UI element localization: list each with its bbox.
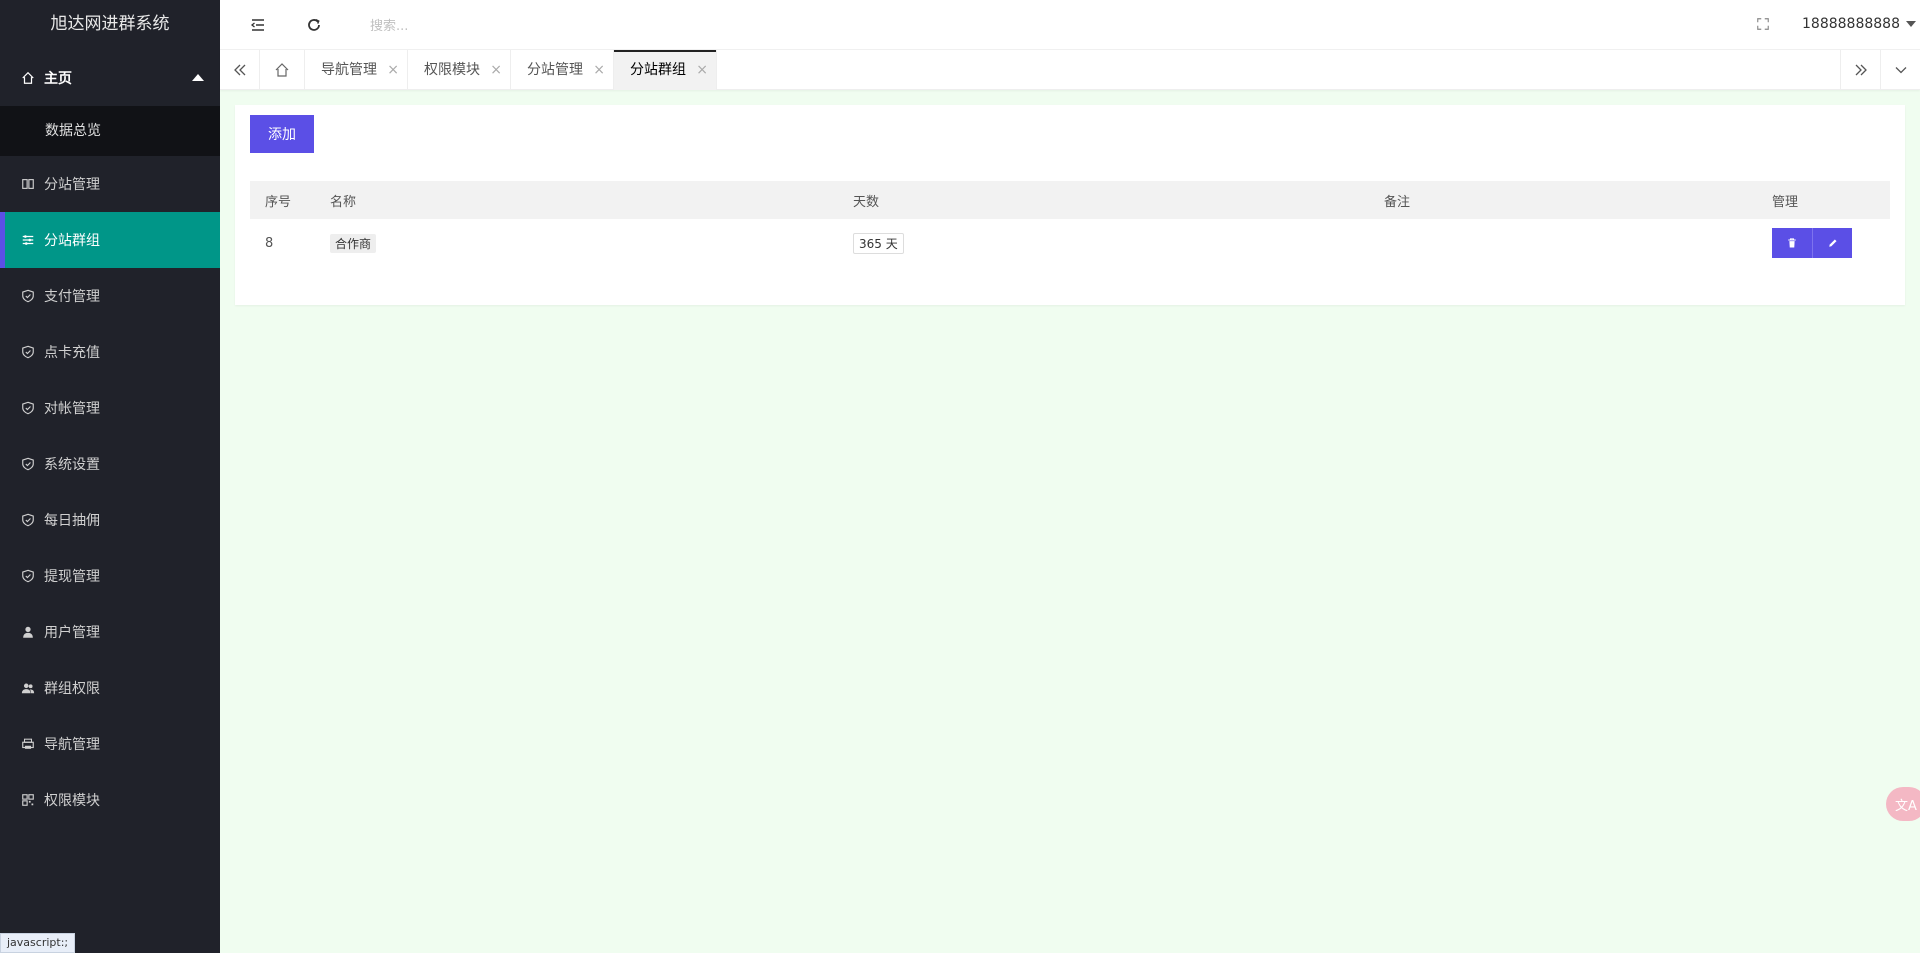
sidebar-item-label: 主页 <box>44 71 72 87</box>
edit-button[interactable] <box>1812 228 1852 258</box>
status-bar-link: javascript:; <box>0 933 76 953</box>
column-header: 天数 <box>853 194 880 210</box>
user-menu[interactable]: 18888888888 <box>1802 16 1916 32</box>
name-tag: 合作商 <box>330 233 377 253</box>
tab-label: 分站管理 <box>527 62 583 78</box>
sidebar-item-label: 导航管理 <box>44 737 100 753</box>
tab-scroll-left-icon[interactable] <box>220 50 260 90</box>
columns-icon <box>20 176 36 192</box>
table-header-row: 序号 名称 天数 备注 管理 <box>250 181 1890 219</box>
sidebar-item-withdrawal[interactable]: 提现管理 <box>0 548 220 604</box>
table-row: 8 合作商 365 天 <box>250 219 1890 267</box>
chevron-down-icon[interactable] <box>1880 50 1920 90</box>
sidebar-item-payment[interactable]: 支付管理 <box>0 268 220 324</box>
sidebar-item-branch-manage[interactable]: 分站管理 <box>0 156 220 212</box>
refresh-icon[interactable] <box>304 15 324 35</box>
users-icon <box>20 680 36 696</box>
sidebar-item-reconciliation[interactable]: 对帐管理 <box>0 380 220 436</box>
sidebar-item-label: 权限模块 <box>44 793 100 809</box>
tab-branch-group[interactable]: 分站群组 × <box>614 50 717 90</box>
home-icon <box>20 70 36 86</box>
sidebar-item-card-recharge[interactable]: 点卡充值 <box>0 324 220 380</box>
sidebar-item-label: 分站管理 <box>44 177 100 193</box>
sidebar-item-group-permission[interactable]: 群组权限 <box>0 660 220 716</box>
translate-icon[interactable]: 文A <box>1886 787 1920 821</box>
shield-icon <box>20 288 36 304</box>
column-header: 管理 <box>1772 194 1799 210</box>
row-actions <box>1772 228 1852 258</box>
cell-id: 8 <box>265 235 274 251</box>
shield-icon <box>20 512 36 528</box>
column-header: 序号 <box>265 194 292 210</box>
tab-nav-manage[interactable]: 导航管理 × <box>305 50 408 90</box>
close-icon[interactable]: × <box>593 50 605 90</box>
search-input[interactable] <box>370 12 630 40</box>
cell-remark <box>1369 219 1757 267</box>
sidebar-item-label: 点卡充值 <box>44 345 100 361</box>
app-title: 旭达网进群系统 <box>0 0 220 50</box>
data-table: 序号 名称 天数 备注 管理 8 合作商 365 天 <box>250 181 1890 267</box>
printer-icon <box>20 736 36 752</box>
shield-icon <box>20 456 36 472</box>
pencil-icon <box>1828 239 1837 247</box>
tab-bar: 导航管理 × 权限模块 × 分站管理 × 分站群组 × <box>220 50 1920 90</box>
close-icon[interactable]: × <box>490 50 502 90</box>
top-header: 18888888888 <box>220 0 1920 50</box>
sliders-icon <box>20 232 36 248</box>
sidebar-item-permission-module[interactable]: 权限模块 <box>0 772 220 828</box>
tab-home-icon[interactable] <box>260 50 305 90</box>
sidebar-item-daily-commission[interactable]: 每日抽佣 <box>0 492 220 548</box>
shield-icon <box>20 400 36 416</box>
sidebar-item-system-settings[interactable]: 系统设置 <box>0 436 220 492</box>
sidebar-item-nav-manage[interactable]: 导航管理 <box>0 716 220 772</box>
sidebar-item-label: 支付管理 <box>44 289 100 305</box>
sidebar-item-label: 群组权限 <box>44 681 100 697</box>
add-button[interactable]: 添加 <box>250 115 314 153</box>
close-icon[interactable]: × <box>696 50 708 90</box>
shield-icon <box>20 344 36 360</box>
shield-icon <box>20 568 36 584</box>
tab-label: 分站群组 <box>630 62 686 78</box>
sidebar-item-label: 分站群组 <box>44 233 100 249</box>
sidebar-item-label: 提现管理 <box>44 569 100 585</box>
sidebar-item-user-manage[interactable]: 用户管理 <box>0 604 220 660</box>
sidebar-item-label: 系统设置 <box>44 457 100 473</box>
username: 18888888888 <box>1802 16 1900 32</box>
delete-button[interactable] <box>1772 228 1812 258</box>
sidebar-item-label: 每日抽佣 <box>44 513 100 529</box>
content-card: 添加 序号 名称 天数 备注 管理 8 合作商 365 天 <box>235 105 1905 305</box>
caret-down-icon <box>1906 21 1916 27</box>
sidebar-subitem-overview[interactable]: 数据总览 <box>0 106 220 156</box>
sidebar-item-label: 用户管理 <box>44 625 100 641</box>
column-header: 名称 <box>330 194 357 210</box>
sidebar-item-branch-group[interactable]: 分站群组 <box>0 212 220 268</box>
close-icon[interactable]: × <box>387 50 399 90</box>
tab-scroll-right-icon[interactable] <box>1840 50 1880 90</box>
column-header: 备注 <box>1384 194 1411 210</box>
user-icon <box>20 624 36 640</box>
sidebar-item-home[interactable]: 主页 <box>0 50 220 106</box>
sidebar-item-label: 对帐管理 <box>44 401 100 417</box>
tab-label: 权限模块 <box>424 62 480 78</box>
grid-icon <box>20 792 36 808</box>
fullscreen-icon[interactable] <box>1756 17 1772 33</box>
trash-icon <box>1788 238 1796 248</box>
tab-label: 导航管理 <box>321 62 377 78</box>
tab-list: 导航管理 × 权限模块 × 分站管理 × 分站群组 × <box>305 50 717 90</box>
tab-permission-module[interactable]: 权限模块 × <box>408 50 511 90</box>
tab-branch-manage[interactable]: 分站管理 × <box>511 50 614 90</box>
days-tag: 365 天 <box>853 232 904 254</box>
menu-fold-icon[interactable] <box>248 15 268 35</box>
caret-up-icon <box>192 74 204 81</box>
sidebar: 旭达网进群系统 主页 数据总览 分站管理 分站群组 支付管理 点卡充值 对帐管理… <box>0 0 220 953</box>
